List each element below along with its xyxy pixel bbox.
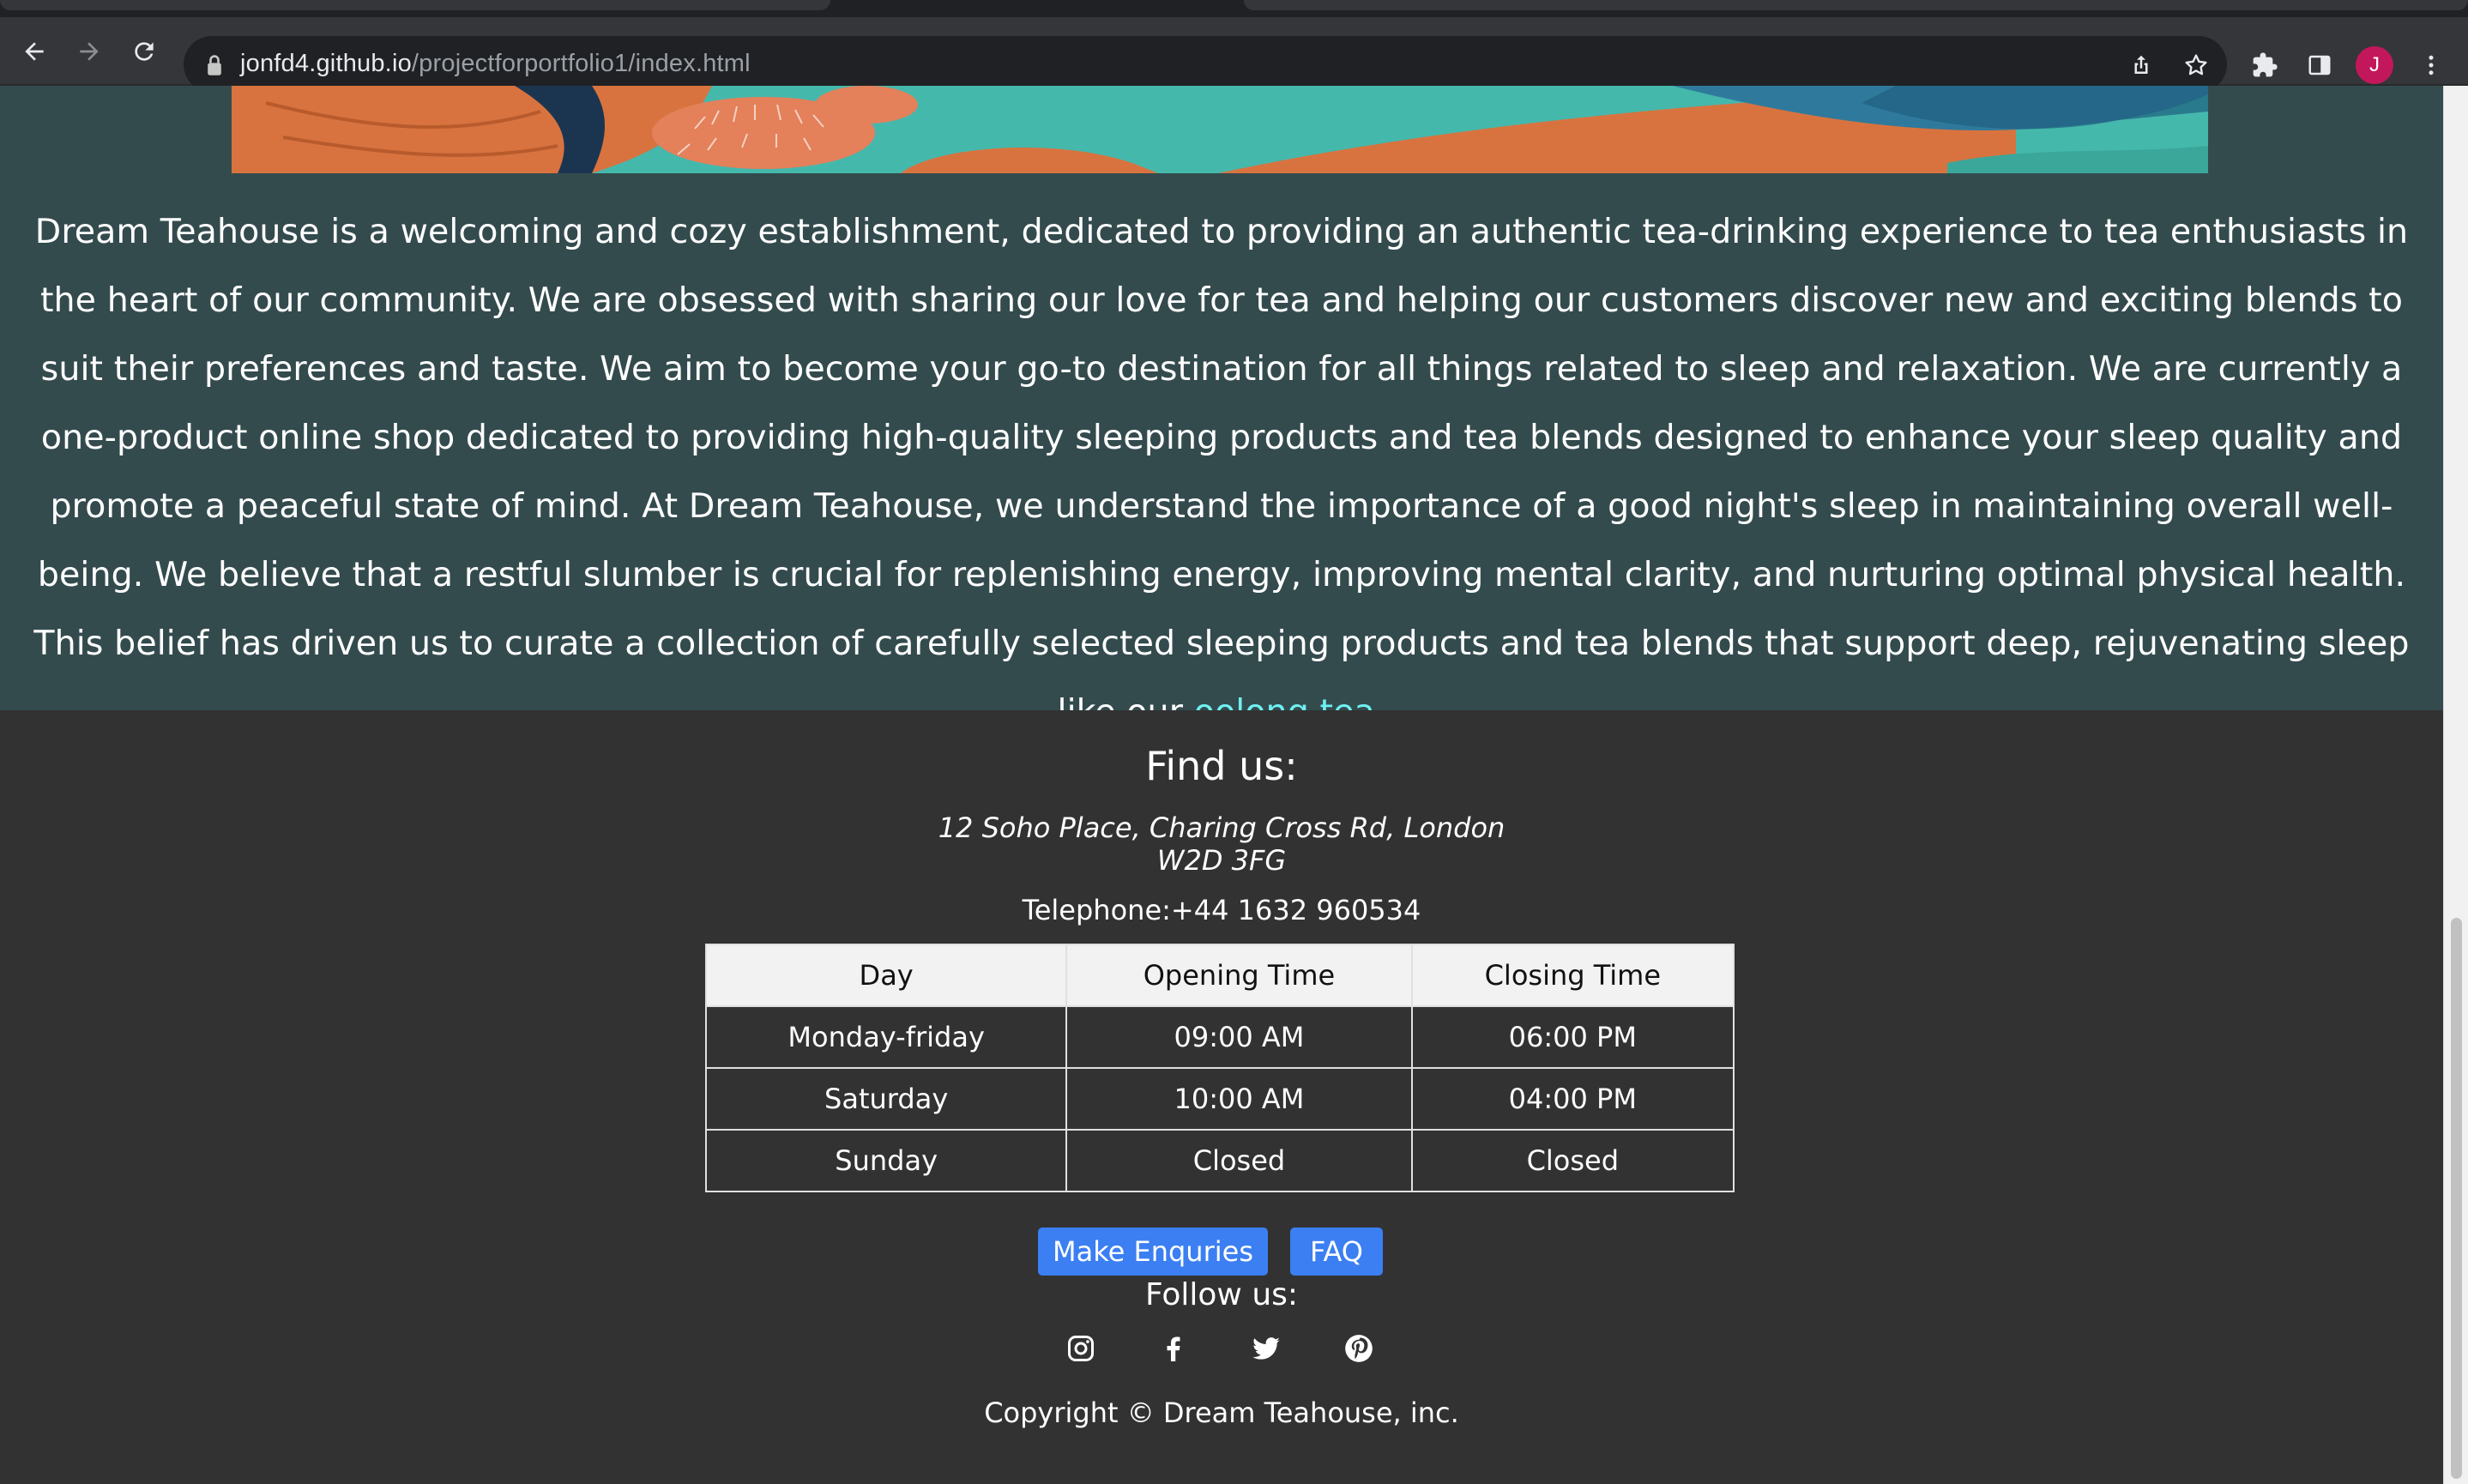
page-scrollbar[interactable] [2443, 86, 2468, 1484]
side-panel-icon[interactable] [2302, 48, 2337, 82]
about-text: Dream Teahouse is a welcoming and cozy e… [33, 212, 2410, 732]
table-cell: 06:00 PM [1410, 1005, 1735, 1069]
url-domain: jonfd4.github.io [240, 50, 412, 77]
make-enquiries-button[interactable]: Make Enquries [1038, 1228, 1268, 1276]
extensions-icon[interactable] [2248, 48, 2282, 82]
footer: Find us: 12 Soho Place, Charing Cross Rd… [0, 710, 2443, 1484]
table-cell: 09:00 AM [1065, 1005, 1413, 1069]
opening-hours-table: Day Opening Time Closing Time Monday-fri… [704, 944, 1735, 1192]
facebook-icon[interactable] [1155, 1330, 1192, 1367]
url-text[interactable]: jonfd4.github.io/projectforportfolio1/in… [240, 50, 751, 78]
profile-avatar[interactable]: J [2356, 46, 2393, 84]
copyright: Copyright © Dream Teahouse, inc. [984, 1397, 1459, 1429]
hero-illustration [232, 86, 2208, 173]
table-cell: Monday-friday [704, 1005, 1068, 1069]
table-cell: Closed [1410, 1129, 1735, 1192]
scrollbar-thumb[interactable] [2451, 918, 2462, 1479]
table-cell: Saturday [704, 1067, 1068, 1131]
telephone: Telephone:+44 1632 960534 [1022, 894, 1421, 926]
share-icon[interactable] [2124, 48, 2158, 82]
table-header: Opening Time [1065, 944, 1413, 1007]
browser-tab[interactable] [0, 0, 830, 10]
address-line-1: 12 Soho Place, Charing Cross Rd, London [938, 811, 1506, 844]
find-us-heading: Find us: [1145, 743, 1298, 789]
about-paragraph: Dream Teahouse is a welcoming and cozy e… [26, 197, 2417, 746]
pinterest-icon[interactable] [1340, 1330, 1378, 1367]
table-header-row: Day Opening Time Closing Time [704, 944, 1735, 1007]
lock-icon[interactable] [197, 48, 232, 82]
table-cell: 10:00 AM [1065, 1067, 1413, 1131]
page-viewport: Dream Teahouse is a welcoming and cozy e… [0, 86, 2443, 1484]
table-row: Monday-friday 09:00 AM 06:00 PM [704, 1005, 1735, 1069]
tab-strip [0, 0, 2468, 17]
table-header: Closing Time [1410, 944, 1735, 1007]
menu-icon[interactable] [2414, 48, 2448, 82]
table-cell: Closed [1065, 1129, 1413, 1192]
table-cell: 04:00 PM [1410, 1067, 1735, 1131]
address: 12 Soho Place, Charing Cross Rd, London … [0, 811, 2443, 877]
address-line-2: W2D 3FG [1156, 844, 1287, 877]
instagram-icon[interactable] [1062, 1330, 1100, 1367]
faq-button[interactable]: FAQ [1290, 1228, 1383, 1276]
browser-toolbar: jonfd4.github.io/projectforportfolio1/in… [0, 17, 2468, 93]
url-path: /projectforportfolio1/index.html [411, 50, 751, 77]
about-section: Dream Teahouse is a welcoming and cozy e… [0, 86, 2443, 732]
browser-tab[interactable] [1244, 0, 2468, 10]
bookmark-star-icon[interactable] [2179, 48, 2213, 82]
table-cell: Sunday [704, 1129, 1068, 1192]
back-icon[interactable] [17, 34, 51, 69]
table-row: Saturday 10:00 AM 04:00 PM [704, 1067, 1735, 1131]
forward-icon[interactable] [72, 34, 106, 69]
twitter-icon[interactable] [1247, 1330, 1285, 1367]
table-row: Sunday Closed Closed [704, 1129, 1735, 1192]
reload-icon[interactable] [127, 34, 161, 69]
follow-us-heading: Follow us: [1144, 1277, 1299, 1312]
table-header: Day [704, 944, 1068, 1007]
